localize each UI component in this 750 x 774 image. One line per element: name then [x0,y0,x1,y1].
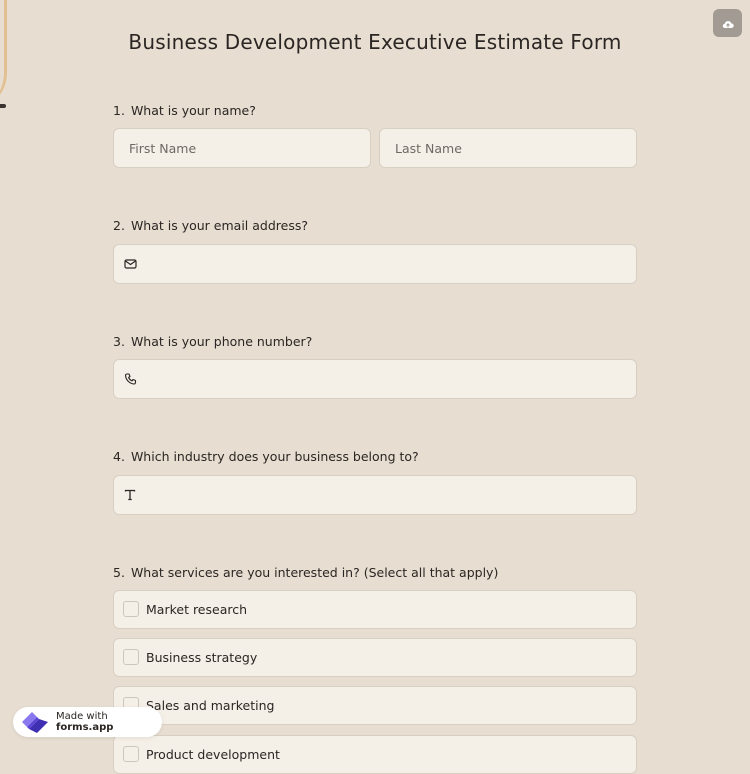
phone-icon [124,373,137,386]
question-3-label: 3. What is your phone number? [113,334,312,349]
option-market-research[interactable]: Market research [113,590,637,629]
made-with-badge[interactable]: Made with forms.app [13,707,162,737]
text-t-icon [124,489,136,501]
checkbox[interactable] [123,746,139,762]
option-label: Sales and marketing [146,698,275,713]
question-number: 5. [113,565,125,580]
badge-text: Made with forms.app [56,711,162,733]
first-name-placeholder: First Name [129,140,197,156]
decorative-arc [0,0,7,110]
question-number: 3. [113,334,125,349]
last-name-placeholder: Last Name [395,140,462,156]
question-number: 2. [113,218,125,233]
first-name-input[interactable]: First Name [113,128,371,168]
question-number: 4. [113,449,125,464]
checkbox[interactable] [123,601,139,617]
question-text: What is your phone number? [130,334,313,349]
question-text: What is your name? [130,103,256,118]
badge-brand: forms.app [56,722,114,733]
option-label: Product development [146,747,280,762]
option-business-strategy[interactable]: Business strategy [113,638,637,677]
question-4-label: 4. Which industry does your business belo… [113,449,419,464]
envelope-icon [124,259,137,270]
question-text: Which industry does your business belong… [130,449,419,464]
question-text: What is your email address? [130,218,308,233]
option-label: Market research [146,602,248,617]
last-name-input[interactable]: Last Name [379,128,637,168]
phone-field[interactable] [113,359,637,399]
question-1-label: 1. What is your name? [113,103,256,118]
email-field[interactable] [113,244,637,284]
option-sales-and-marketing[interactable]: Sales and marketing [113,686,637,725]
question-5-label: 5. What services are you interested in? (… [113,565,498,580]
industry-field[interactable] [113,475,637,515]
option-label: Business strategy [146,650,258,665]
option-product-development[interactable]: Product development [113,735,637,774]
question-number: 1. [113,103,125,118]
decorative-mark [0,104,6,108]
question-text: What services are you interested in? (Se… [130,565,499,580]
badge-prefix: Made with [56,711,108,722]
checkbox[interactable] [123,649,139,665]
question-2-label: 2. What is your email address? [113,218,308,233]
form-title: Business Development Executive Estimate … [128,30,622,54]
forms-app-logo-icon [20,710,50,734]
